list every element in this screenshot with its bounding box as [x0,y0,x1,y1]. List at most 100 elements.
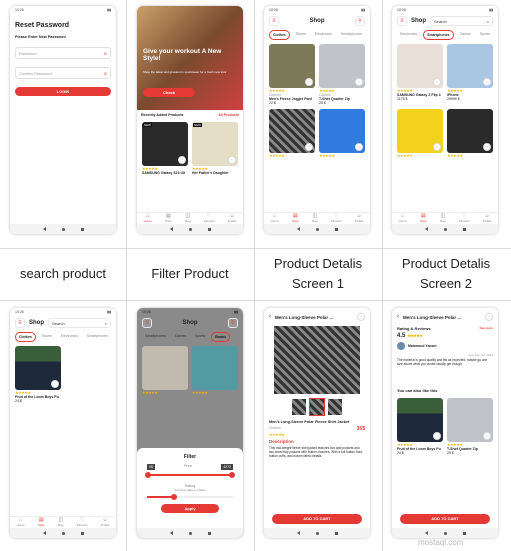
add-to-cart-button[interactable]: ADD TO CART [272,514,362,524]
back-icon[interactable] [42,531,46,535]
favorite-icon[interactable]: ♡ [433,143,441,151]
tab-home[interactable]: ⌂ Home [399,214,407,224]
slider-handle[interactable] [229,472,235,478]
chip-shoes[interactable]: Shoes [293,30,309,40]
chip-shoes[interactable]: Shoes [39,332,55,342]
product-card[interactable]: ♡ ★★★★★ Fruit of the Loom Boys Pu 24 $ [397,398,443,460]
favorite-icon[interactable]: ♡ [305,78,313,86]
chip-clothes[interactable]: Clothes [269,30,290,40]
thumbnail[interactable] [328,399,342,415]
eye-off-icon[interactable]: ⊘ [104,51,107,56]
tab-bag[interactable]: ◫ Bag [58,518,63,528]
price-slider[interactable] [145,472,235,478]
product-card[interactable]: ♡ ★★★★★ Clothes Men's Fleece Jogger Pant 22 … [269,44,315,106]
chip-clothes[interactable]: Clothes [15,332,36,342]
eye-off-icon[interactable]: ⊘ [104,71,107,76]
favorite-icon[interactable]: ♡ [483,78,491,86]
tab-favorite[interactable]: ♡ Favorite [77,518,88,528]
recents-icon[interactable] [80,531,84,535]
back-icon[interactable] [296,531,300,535]
tab-home[interactable]: ⌂ Home [17,518,25,528]
tab-profile[interactable]: ☺ Profile [483,214,492,224]
menu-icon[interactable]: ≡ [142,318,152,328]
password-field[interactable]: Password ⊘ [15,47,111,59]
back-icon[interactable] [42,227,46,231]
search-input[interactable]: Search × [430,16,493,26]
recents-icon[interactable] [207,531,211,535]
product-card[interactable]: ★★★★★ [142,346,188,408]
product-card[interactable]: ♡ ★★★★★ SAMSUNG Galaxy Z Flip 4 1175 $ [397,44,443,106]
home-icon[interactable] [188,531,192,535]
recents-icon[interactable] [207,227,211,231]
all-products-link[interactable]: All Products [218,113,239,117]
login-button[interactable]: LOGIN [15,87,111,96]
chip-smartphones[interactable]: Smartphones [423,30,454,40]
tab-profile[interactable]: ☺ Profile [101,518,110,528]
product-card[interactable]: ♡ ★★★★★ [447,109,493,161]
home-icon[interactable] [61,227,65,231]
product-card[interactable]: NEW ♡ ★★★★★ SAMSUNG Galaxy S23 Ult [142,122,188,184]
favorite-icon[interactable]: ♡ [305,143,313,151]
apply-button[interactable]: Apply [161,504,219,513]
home-icon[interactable] [443,531,447,535]
product-card[interactable]: ★★★★★ [192,346,238,408]
close-icon[interactable]: × [105,321,107,326]
tab-bag[interactable]: ◫ Bag [185,214,190,224]
recents-icon[interactable] [462,531,466,535]
tab-profile[interactable]: ☺ Profile [355,214,364,224]
back-icon[interactable] [169,531,173,535]
product-card[interactable]: ♡ ★★★★★ [319,109,365,161]
home-icon[interactable] [188,227,192,231]
tab-shop[interactable]: ▤ Shop [292,214,299,224]
chip-electronics[interactable]: Electronics [397,30,420,40]
favorite-icon[interactable]: ♡ [355,78,363,86]
slider-handle[interactable] [171,494,178,500]
tab-bag[interactable]: ◫ Bag [440,214,445,224]
tab-shop[interactable]: ▤ Shop [420,214,427,224]
search-input[interactable]: Search × [48,318,111,328]
chip-smartphones[interactable]: Smartphones [142,332,169,342]
chip-electronics[interactable]: Electronics [312,30,335,40]
confirm-password-field[interactable]: Confirm Password ⊘ [15,67,111,79]
chip-sports[interactable]: Sports [192,332,208,342]
close-icon[interactable]: × [487,19,489,24]
tab-profile[interactable]: ☺ Profile [228,214,237,224]
chip-games[interactable]: Games [457,30,474,40]
back-icon[interactable] [169,227,173,231]
rating-slider[interactable] [147,494,233,500]
tab-bag[interactable]: ◫ Bag [312,214,317,224]
chip-smartphones[interactable]: Smartphones [84,332,111,342]
thumbnail[interactable] [309,398,325,416]
favorite-icon[interactable]: ♡ [51,380,59,388]
search-icon[interactable]: ⚲ [355,16,365,26]
chip-sports[interactable]: Sports [477,30,493,40]
back-arrow-icon[interactable]: ‹ [269,314,271,320]
back-icon[interactable] [424,531,428,535]
home-icon[interactable] [315,531,319,535]
favorite-icon[interactable]: ♡ [228,156,236,164]
tab-shop[interactable]: ▤ Shop [165,214,172,224]
product-card[interactable]: NEW ♡ ★★★★★ Her Father's Daughter [192,122,238,184]
favorite-icon[interactable]: ♡ [483,143,491,151]
home-icon[interactable] [443,227,447,231]
thumbnail[interactable] [292,399,306,415]
product-card[interactable]: ♡ ★★★★★ iPhone 29999 $ [447,44,493,106]
favorite-icon[interactable]: ♡ [433,432,441,440]
back-icon[interactable] [296,227,300,231]
favorite-icon[interactable]: ♡ [355,143,363,151]
tab-favorite[interactable]: ♡ Favorite [331,214,342,224]
chip-books[interactable]: Books [211,332,230,342]
search-icon[interactable]: ⚲ [228,318,238,328]
favorite-icon[interactable]: ♡ [433,78,441,86]
menu-icon[interactable]: ≡ [269,16,279,26]
chip-electronics[interactable]: Electronics [58,332,81,342]
favorite-icon[interactable]: ♡ [178,156,186,164]
recents-icon[interactable] [462,227,466,231]
chip-games[interactable]: Games [172,332,189,342]
menu-icon[interactable]: ≡ [397,16,407,26]
favorite-icon[interactable]: ♡ [357,313,365,321]
tab-favorite[interactable]: ♡ Favorite [204,214,215,224]
favorite-icon[interactable]: ♡ [483,432,491,440]
tab-shop[interactable]: ▤ Shop [38,518,45,528]
menu-icon[interactable]: ≡ [15,318,25,328]
